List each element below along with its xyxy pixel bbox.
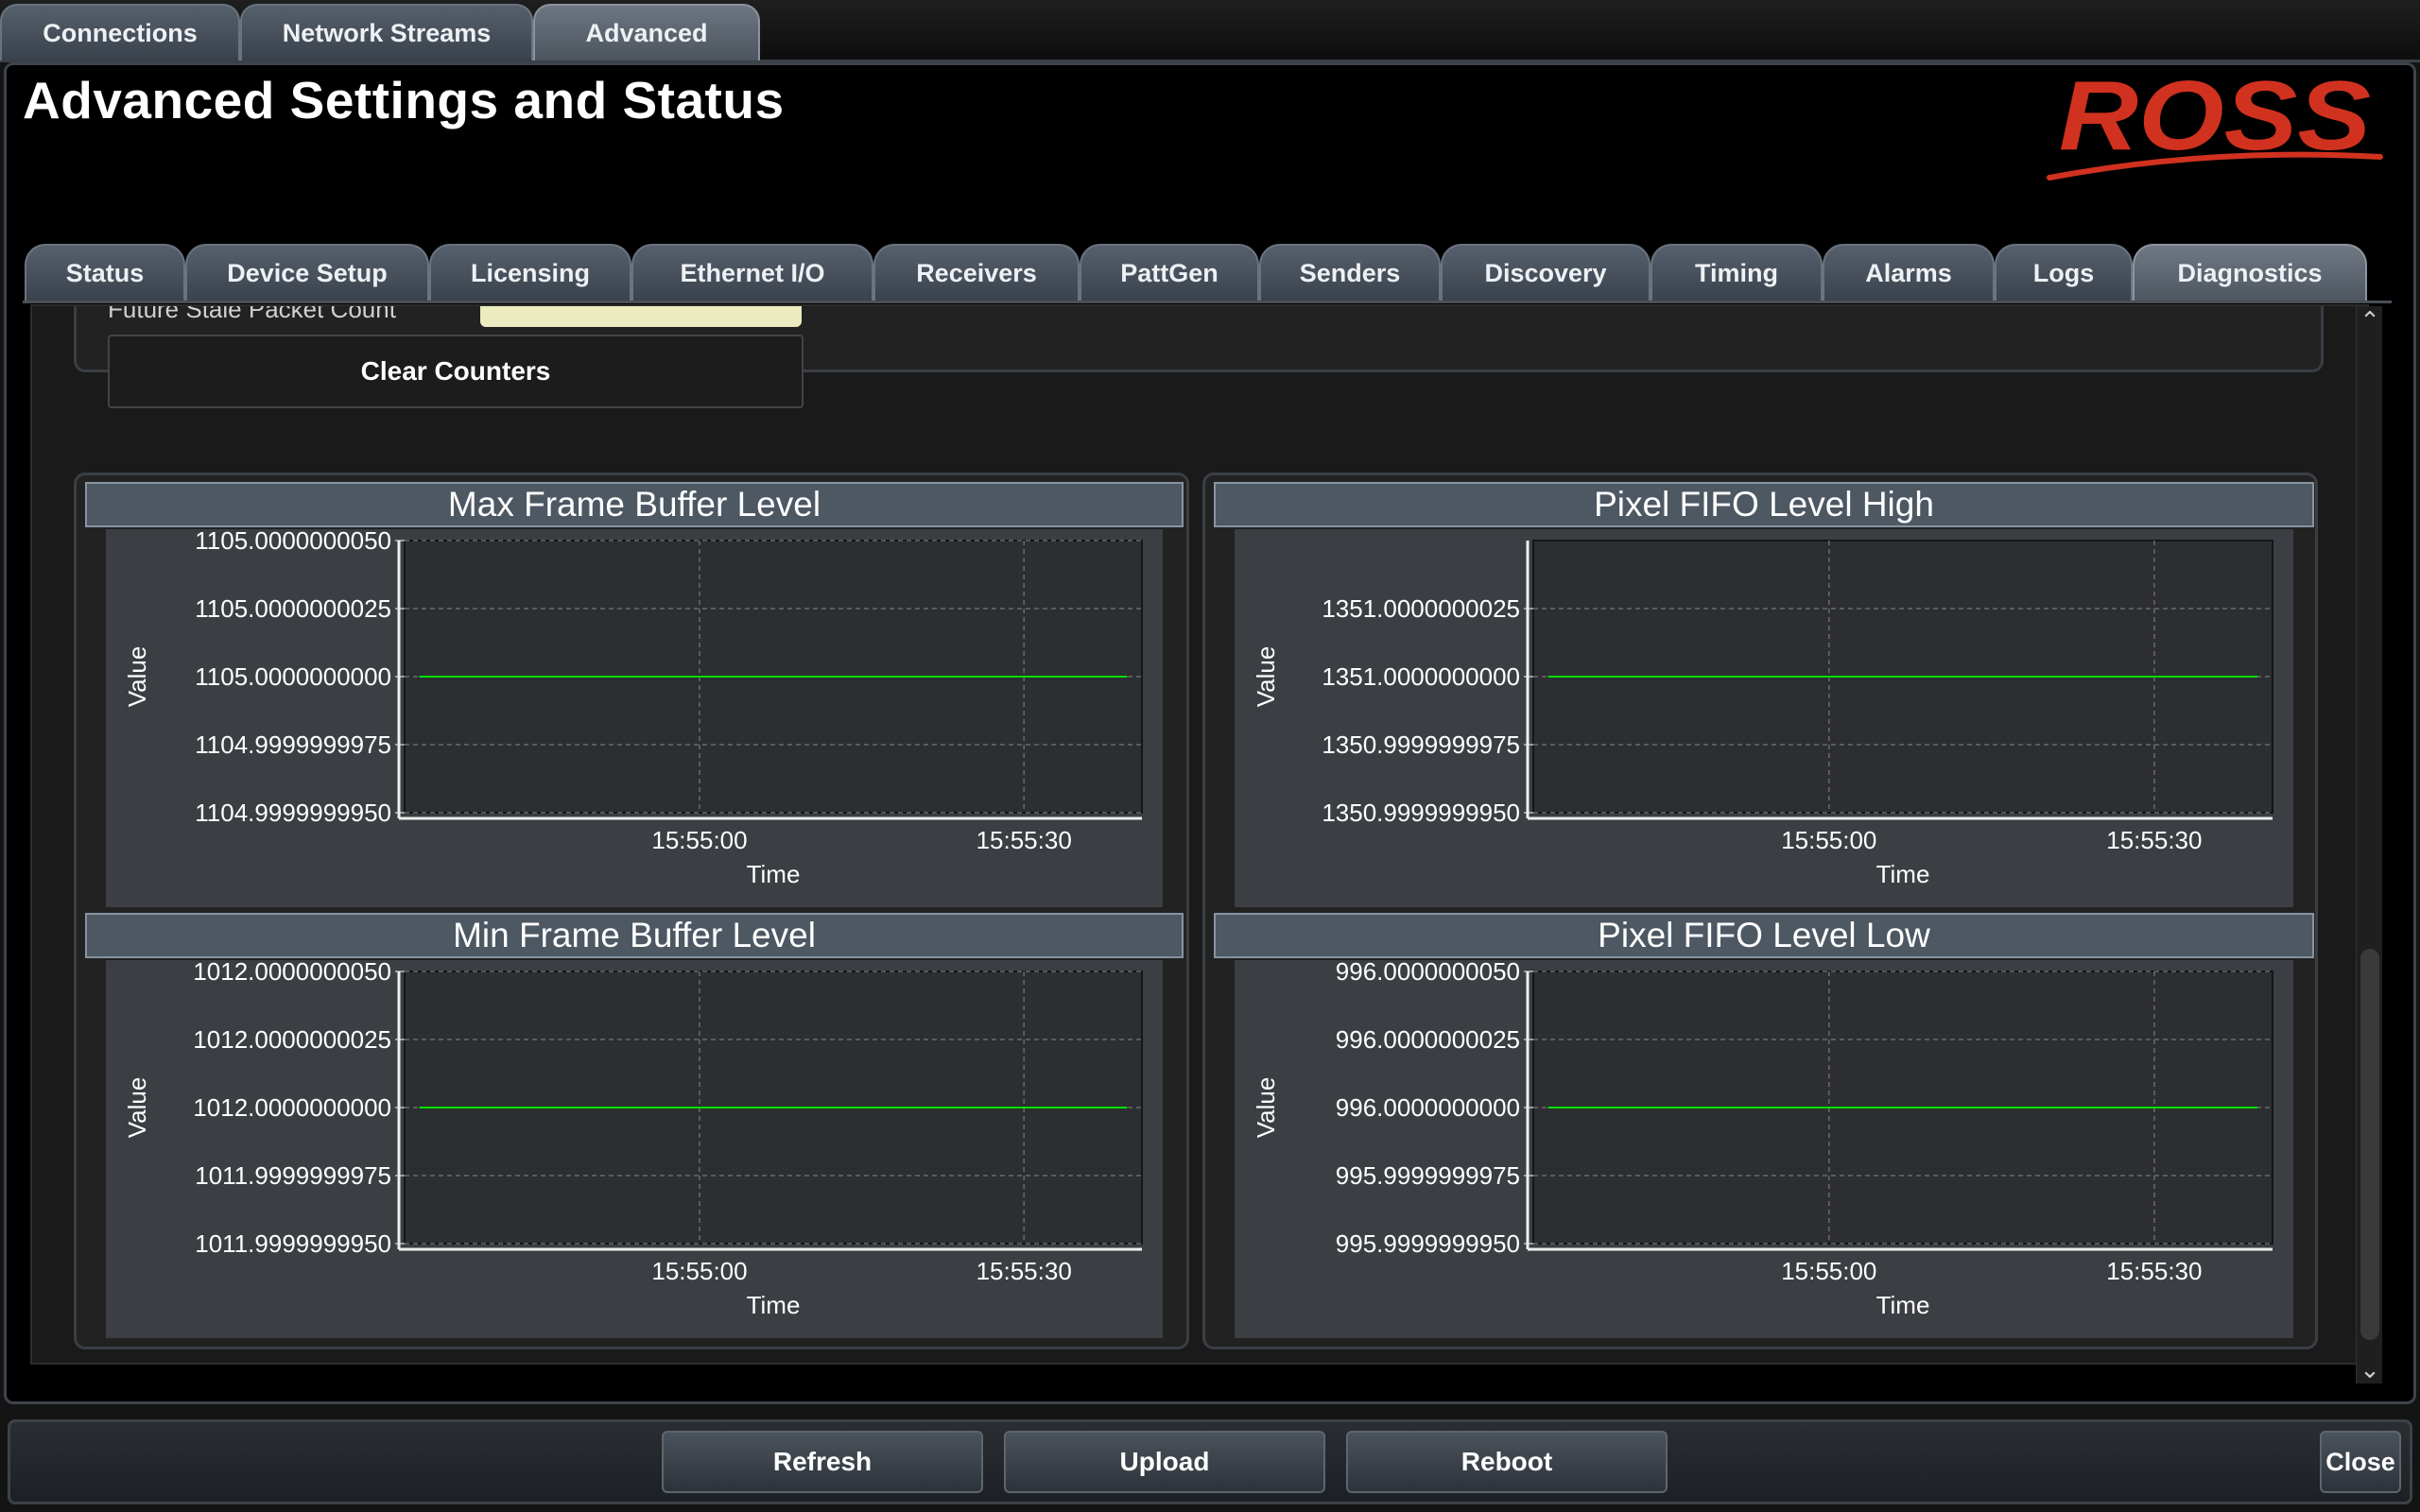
y-tick-label: 1105.0000000050 [195, 529, 391, 555]
y-tick-label: 996.0000000025 [1336, 1025, 1520, 1054]
upload-button[interactable]: Upload [1004, 1431, 1325, 1493]
y-tick-label: 1350.9999999975 [1322, 730, 1520, 759]
chart-title-pixel-fifo-low: Pixel FIFO Level Low [1214, 913, 2314, 958]
y-tick-label: 996.0000000050 [1336, 960, 1520, 986]
tab-ethernet-io[interactable]: Ethernet I/O [631, 244, 873, 302]
stale-packet-count-field [480, 306, 802, 327]
y-tick-label: 1105.0000000025 [195, 594, 391, 623]
tab-senders[interactable]: Senders [1259, 244, 1441, 302]
logo-wordmark: ROSS [2059, 66, 2371, 171]
y-axis-label: Value [123, 646, 151, 708]
tab-logs[interactable]: Logs [1995, 244, 2133, 302]
tab-licensing[interactable]: Licensing [429, 244, 631, 302]
y-axis-label: Value [1252, 646, 1280, 708]
tab-network-streams[interactable]: Network Streams [240, 4, 533, 60]
diagnostics-content: Future Stale Packet Count Clear Counters… [30, 304, 2369, 1365]
chart-pixel-fifo-high: 15:55:00 15:55:30 1351.0000000025 1351.0000… [1235, 529, 2293, 907]
tab-timing[interactable]: Timing [1651, 244, 1823, 302]
chart-min-frame-buffer: 15:55:00 15:55:30 1012.0000000050 1012.0000… [106, 960, 1163, 1338]
y-tick-label: 1011.9999999975 [195, 1161, 391, 1190]
tab-discovery[interactable]: Discovery [1441, 244, 1651, 302]
y-tick-label: 1351.0000000000 [1322, 662, 1520, 691]
x-tick-label: 15:55:30 [977, 826, 1072, 854]
chart-max-frame-buffer: 15:55:00 15:55:30 1105.0000000050 1105.0000… [106, 529, 1163, 907]
vertical-scrollbar[interactable]: ⌃ ⌄ [2356, 306, 2382, 1383]
x-axis-label: Time [1876, 1291, 1930, 1319]
x-tick-label: 15:55:00 [1781, 1257, 1876, 1285]
top-tab-bar: Connections Network Streams Advanced [0, 0, 2420, 62]
chart-plot-min-frame-buffer: 15:55:00 15:55:30 1012.0000000050 1012.0000… [123, 960, 1143, 1319]
y-tick-label: 1104.9999999975 [195, 730, 391, 759]
refresh-button[interactable]: Refresh [662, 1431, 983, 1493]
reboot-button[interactable]: Reboot [1346, 1431, 1668, 1493]
y-tick-label: 1012.0000000025 [193, 1025, 391, 1054]
y-tick-label: 1350.9999999950 [1322, 799, 1520, 827]
y-tick-label: 1105.0000000000 [195, 662, 391, 691]
chart-plot-pixel-fifo-high: 15:55:00 15:55:30 1351.0000000025 1351.0000… [1252, 540, 2273, 888]
x-tick-label: 15:55:00 [1781, 826, 1876, 854]
x-axis-label: Time [747, 1291, 801, 1319]
x-axis-label: Time [747, 860, 801, 888]
tab-status[interactable]: Status [25, 244, 185, 302]
y-tick-label: 1011.9999999950 [195, 1229, 391, 1258]
y-tick-label: 1012.0000000050 [193, 960, 391, 986]
y-tick-label: 995.9999999975 [1336, 1161, 1520, 1190]
x-tick-label: 15:55:00 [651, 1257, 747, 1285]
scroll-thumb[interactable] [2360, 949, 2379, 1340]
y-tick-label: 1351.0000000025 [1322, 594, 1520, 623]
chart-title-max-frame-buffer: Max Frame Buffer Level [85, 482, 1184, 527]
tab-alarms[interactable]: Alarms [1823, 244, 1995, 302]
chart-plot-max-frame-buffer: 15:55:00 15:55:30 1105.0000000050 1105.0000… [123, 529, 1143, 888]
tab-pattgen[interactable]: PattGen [1080, 244, 1259, 302]
y-tick-label: 1104.9999999950 [195, 799, 391, 827]
tab-underline [23, 301, 2392, 303]
chart-plot-pixel-fifo-low: 15:55:00 15:55:30 996.0000000050 996.000000… [1252, 960, 2273, 1319]
x-tick-label: 15:55:30 [2106, 826, 2202, 854]
tab-connections[interactable]: Connections [0, 4, 240, 60]
chart-title-min-frame-buffer: Min Frame Buffer Level [85, 913, 1184, 958]
y-tick-label: 995.9999999950 [1336, 1229, 1520, 1258]
tab-device-setup[interactable]: Device Setup [185, 244, 429, 302]
y-tick-label: 1012.0000000000 [193, 1093, 391, 1122]
ross-logo: ROSS [2047, 66, 2383, 180]
tab-receivers[interactable]: Receivers [873, 244, 1080, 302]
tab-diagnostics[interactable]: Diagnostics [2133, 244, 2367, 302]
tab-advanced[interactable]: Advanced [533, 4, 760, 60]
close-button[interactable]: Close [2320, 1431, 2401, 1493]
scroll-up-icon[interactable]: ⌃ [2357, 306, 2383, 335]
x-tick-label: 15:55:30 [2106, 1257, 2202, 1285]
x-tick-label: 15:55:00 [651, 826, 747, 854]
x-tick-label: 15:55:30 [977, 1257, 1072, 1285]
stale-packet-count-label: Future Stale Packet Count [108, 304, 396, 323]
y-axis-label: Value [1252, 1077, 1280, 1139]
x-axis-label: Time [1876, 860, 1930, 888]
chart-pixel-fifo-low: 15:55:00 15:55:30 996.0000000050 996.000000… [1235, 960, 2293, 1338]
chart-title-pixel-fifo-high: Pixel FIFO Level High [1214, 482, 2314, 527]
y-tick-label: 996.0000000000 [1336, 1093, 1520, 1122]
page-title: Advanced Settings and Status [23, 71, 785, 129]
y-axis-label: Value [123, 1077, 151, 1139]
clear-counters-button[interactable]: Clear Counters [108, 335, 804, 408]
scroll-down-icon[interactable]: ⌄ [2357, 1355, 2383, 1383]
